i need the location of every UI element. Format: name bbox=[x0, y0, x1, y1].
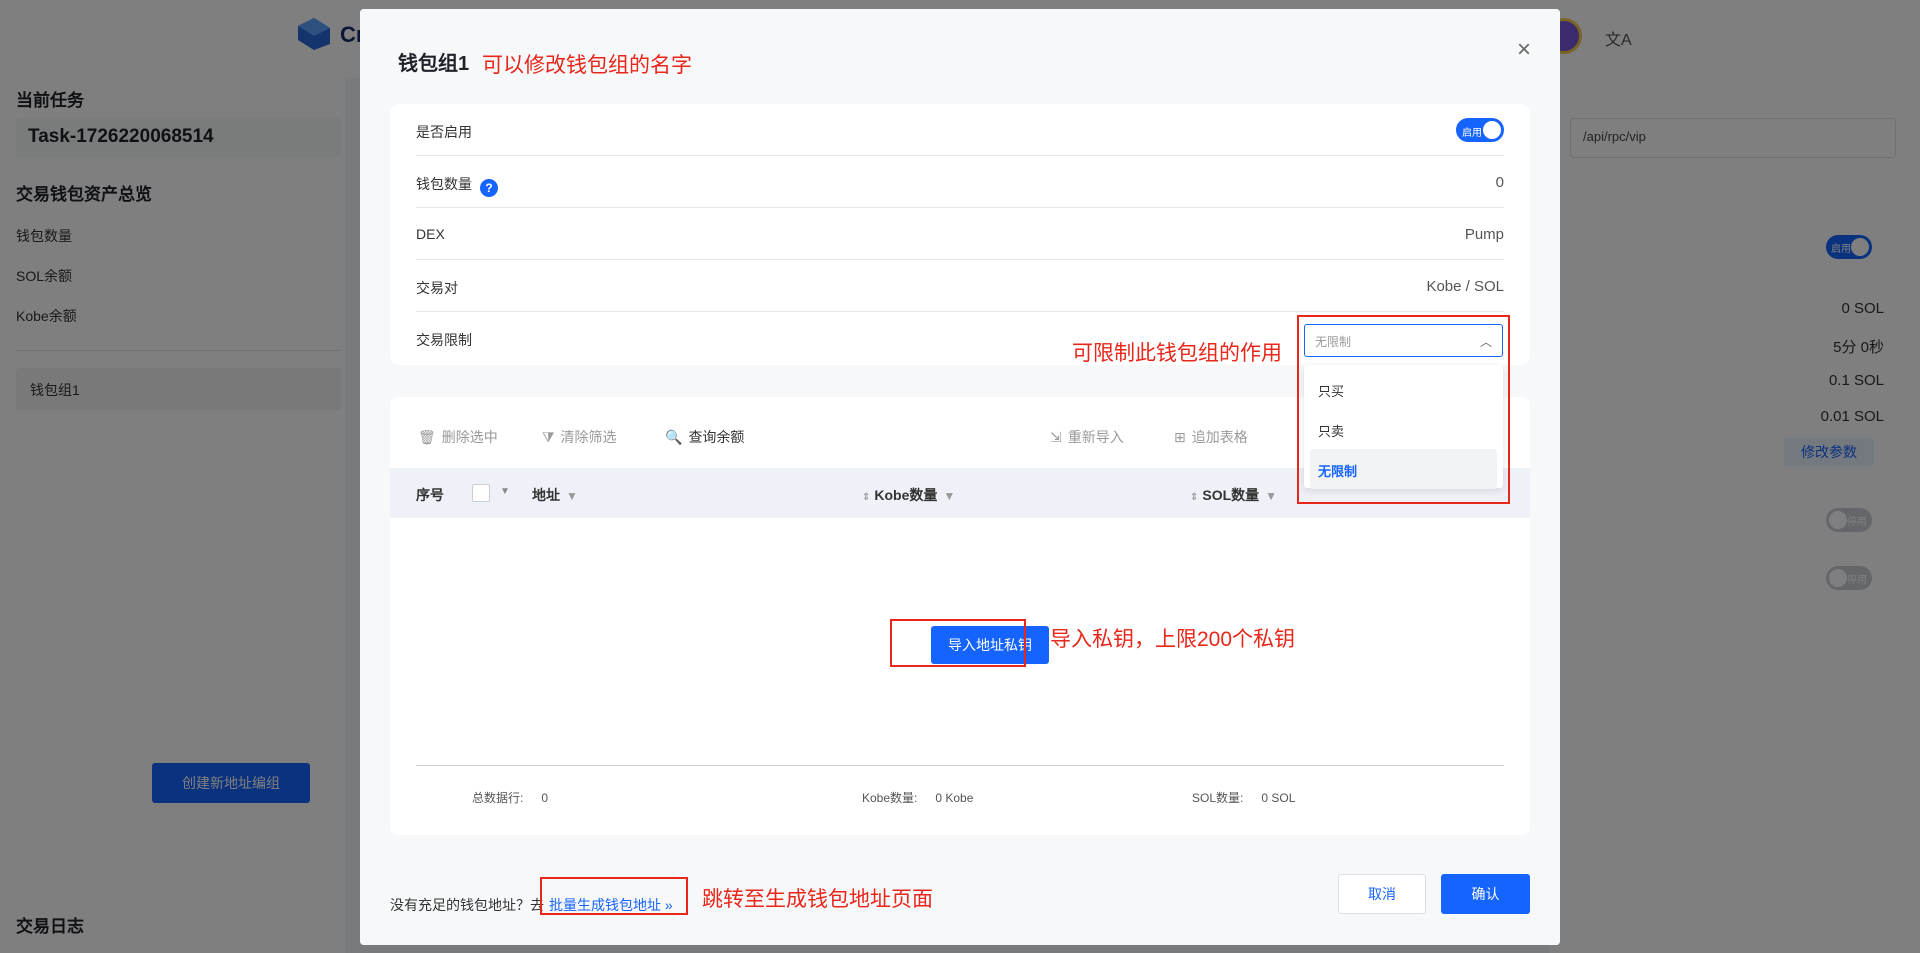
annotation-restrict: 可限制此钱包组的作用 bbox=[1072, 342, 1282, 365]
delete-selected-button[interactable]: 🗑 删除选中 bbox=[418, 427, 498, 447]
info-row-wallet-count: 钱包数量? 0 bbox=[416, 156, 1504, 208]
summary-kobe: Kobe数量: 0 Kobe bbox=[862, 791, 974, 805]
highlight-import bbox=[890, 619, 1026, 667]
highlight-generate-link bbox=[540, 877, 688, 915]
info-row-pair: 交易对 Kobe / SOL bbox=[416, 260, 1504, 312]
summary-total: 总数据行: 0 bbox=[472, 791, 549, 805]
table-divider bbox=[416, 765, 1504, 766]
col-index: 序号 bbox=[416, 487, 444, 503]
confirm-button[interactable]: 确认 bbox=[1441, 874, 1530, 914]
close-icon[interactable]: × bbox=[1513, 38, 1535, 62]
reimport-button[interactable]: ⇲ 重新导入 bbox=[1050, 427, 1124, 447]
trash-icon: 🗑 bbox=[418, 429, 436, 445]
enabled-label: 是否启用 bbox=[416, 124, 472, 140]
annotation-rename: 可以修改钱包组的名字 bbox=[482, 54, 692, 77]
col-address[interactable]: 地址 ▼ bbox=[532, 485, 578, 505]
filter-icon[interactable]: ▼ bbox=[943, 489, 955, 503]
sort-icon[interactable]: ⇕ bbox=[862, 492, 870, 503]
filter-clear-icon: ⧩ bbox=[542, 429, 555, 445]
chevron-down-icon[interactable]: ▼ bbox=[500, 486, 510, 497]
select-all-checkbox[interactable] bbox=[472, 484, 490, 502]
annotation-jump: 跳转至生成钱包地址页面 bbox=[702, 888, 933, 911]
pair-label: 交易对 bbox=[416, 280, 458, 296]
help-icon[interactable]: ? bbox=[480, 179, 498, 197]
info-row-dex: DEX Pump bbox=[416, 208, 1504, 260]
limit-label: 交易限制 bbox=[416, 332, 472, 348]
import-icon: ⇲ bbox=[1050, 429, 1062, 445]
clear-filter-button[interactable]: ⧩ 清除筛选 bbox=[542, 427, 617, 447]
dex-label: DEX bbox=[416, 226, 445, 242]
filter-icon[interactable]: ▼ bbox=[566, 489, 578, 503]
modal-title[interactable]: 钱包组1 bbox=[398, 47, 469, 76]
wallet-count-label: 钱包数量? bbox=[416, 174, 498, 197]
query-balance-button[interactable]: 🔍 查询余额 bbox=[665, 427, 744, 447]
annotation-import: 导入私钥，上限200个私钥 bbox=[1050, 628, 1296, 651]
append-table-button[interactable]: ⊞ 追加表格 bbox=[1174, 427, 1248, 447]
col-kobe[interactable]: ⇕ Kobe数量 ▼ bbox=[862, 485, 955, 505]
highlight-trade-limit bbox=[1297, 315, 1510, 504]
info-row-enabled: 是否启用 启用 bbox=[416, 104, 1504, 156]
sort-icon[interactable]: ⇕ bbox=[1190, 492, 1198, 503]
wallet-count-value: 0 bbox=[1495, 174, 1504, 191]
query-icon: 🔍 bbox=[665, 429, 683, 445]
filter-icon[interactable]: ▼ bbox=[1265, 489, 1277, 503]
cancel-button[interactable]: 取消 bbox=[1338, 874, 1426, 914]
footer-prompt: 没有充足的钱包地址？去 bbox=[390, 897, 544, 913]
add-icon: ⊞ bbox=[1174, 429, 1186, 445]
col-sol[interactable]: ⇕ SOL数量 ▼ bbox=[1190, 485, 1277, 505]
pair-value: Kobe / SOL bbox=[1426, 278, 1504, 295]
summary-sol: SOL数量: 0 SOL bbox=[1192, 791, 1296, 805]
enabled-toggle[interactable]: 启用 bbox=[1456, 118, 1504, 142]
dex-value: Pump bbox=[1464, 226, 1504, 243]
